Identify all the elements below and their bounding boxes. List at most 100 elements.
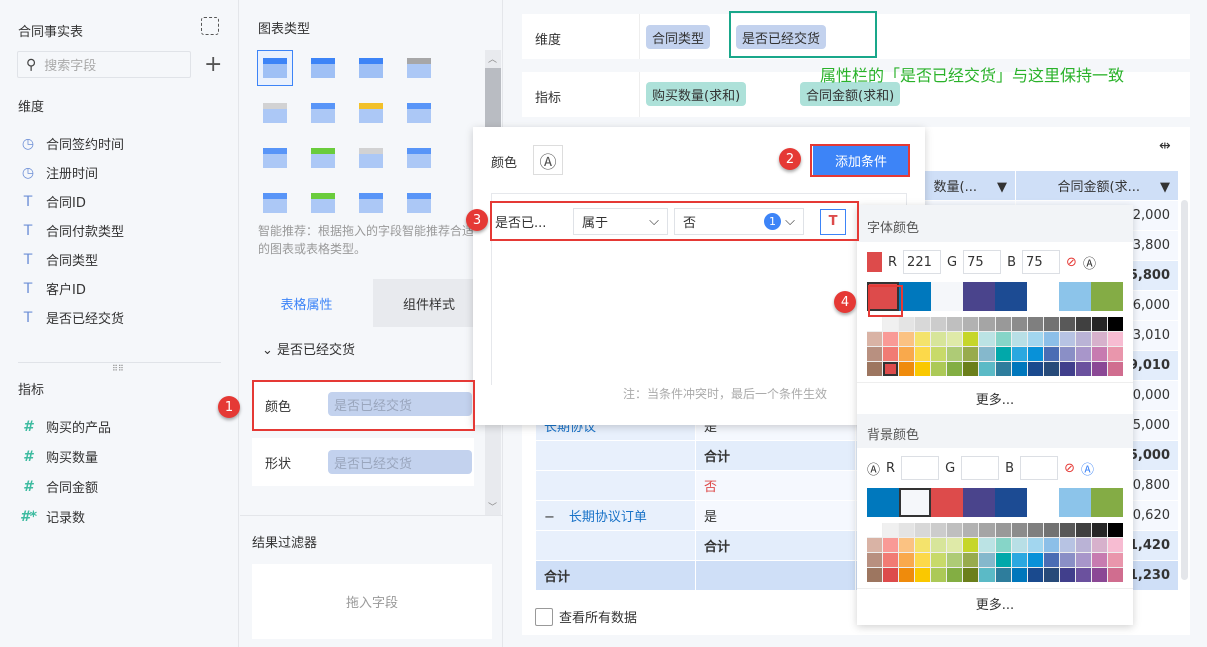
color-swatch[interactable] xyxy=(931,282,963,311)
search-field-input[interactable]: ⚲ 搜索字段 xyxy=(17,51,191,78)
color-swatch[interactable] xyxy=(867,332,883,346)
color-swatch[interactable] xyxy=(979,538,995,552)
color-swatch[interactable] xyxy=(995,317,1011,331)
color-swatch[interactable] xyxy=(1043,362,1059,376)
color-swatch[interactable] xyxy=(963,538,979,552)
color-swatch[interactable] xyxy=(1091,332,1107,346)
color-swatch[interactable] xyxy=(1027,523,1043,537)
dimension-field[interactable]: T 合同付款类型 xyxy=(20,221,124,241)
color-swatch[interactable] xyxy=(915,538,931,552)
color-swatch[interactable] xyxy=(899,523,915,537)
color-swatch[interactable] xyxy=(931,362,947,376)
color-swatch[interactable] xyxy=(1091,523,1107,537)
color-swatch[interactable] xyxy=(1075,362,1091,376)
color-swatch[interactable] xyxy=(899,332,915,346)
metric-field[interactable]: # 购买的产品 xyxy=(20,417,111,437)
color-swatch[interactable] xyxy=(1011,553,1027,567)
color-swatch[interactable] xyxy=(995,523,1011,537)
color-swatch[interactable] xyxy=(915,553,931,567)
color-swatch[interactable] xyxy=(1075,347,1091,361)
color-swatch[interactable] xyxy=(1043,317,1059,331)
group-label[interactable]: 长期协议订单 xyxy=(569,510,647,525)
b-input[interactable]: 75 xyxy=(1022,250,1061,274)
color-swatch[interactable] xyxy=(1075,523,1091,537)
dimension-field[interactable]: ◷ 注册时间 xyxy=(20,163,98,183)
chart-type-kpi-number-icon[interactable] xyxy=(401,50,437,86)
color-swatch[interactable] xyxy=(1027,538,1043,552)
auto-color-icon[interactable]: Ⓐ xyxy=(533,145,563,175)
resize-handle-icon[interactable]: ⠿⠿ xyxy=(112,364,124,373)
color-swatch[interactable] xyxy=(1059,488,1091,517)
color-swatch[interactable] xyxy=(947,347,963,361)
color-swatch[interactable] xyxy=(883,347,899,361)
color-swatch[interactable] xyxy=(947,523,963,537)
color-swatch[interactable] xyxy=(1091,347,1107,361)
color-swatch[interactable] xyxy=(995,538,1011,552)
color-swatch[interactable] xyxy=(867,553,883,567)
r-input[interactable]: 221 xyxy=(903,250,942,274)
dimension-field[interactable]: T 客户ID xyxy=(20,279,86,299)
color-swatch[interactable] xyxy=(979,568,995,582)
color-swatch[interactable] xyxy=(915,347,931,361)
color-swatch[interactable] xyxy=(1043,538,1059,552)
chart-type-polyline-icon[interactable] xyxy=(305,185,341,221)
color-swatch[interactable] xyxy=(867,538,883,552)
color-swatch[interactable] xyxy=(1027,282,1059,311)
color-swatch[interactable] xyxy=(1027,553,1043,567)
fit-width-icon[interactable]: ⇹ xyxy=(1159,138,1171,154)
color-swatch[interactable] xyxy=(963,347,979,361)
color-swatch[interactable] xyxy=(899,347,915,361)
metric-field[interactable]: # 购买数量 xyxy=(20,447,98,467)
color-swatch[interactable] xyxy=(1027,568,1043,582)
color-swatch[interactable] xyxy=(1075,332,1091,346)
color-swatch[interactable] xyxy=(1011,347,1027,361)
color-swatch[interactable] xyxy=(979,347,995,361)
chart-type-cross-table-icon[interactable] xyxy=(257,50,293,86)
color-swatch[interactable] xyxy=(931,523,947,537)
color-swatch[interactable] xyxy=(867,347,883,361)
color-swatch[interactable] xyxy=(947,538,963,552)
color-swatch[interactable] xyxy=(867,362,883,376)
color-swatch[interactable] xyxy=(867,488,899,517)
filter-drop-zone[interactable]: 拖入字段 xyxy=(252,564,492,639)
color-swatch[interactable] xyxy=(1011,523,1027,537)
color-swatch[interactable] xyxy=(1043,523,1059,537)
color-swatch[interactable] xyxy=(899,568,915,582)
color-swatch[interactable] xyxy=(995,332,1011,346)
b-input[interactable] xyxy=(1020,456,1059,480)
column-header[interactable]: 合同金额(求... ▼ xyxy=(1015,170,1179,201)
sort-dropdown-icon[interactable]: ▼ xyxy=(997,180,1007,195)
color-swatch[interactable] xyxy=(883,362,899,376)
color-swatch[interactable] xyxy=(995,282,1027,311)
chart-type-text-list-icon[interactable] xyxy=(257,95,293,131)
chart-type-stacked-column-icon[interactable] xyxy=(257,140,293,176)
color-swatch[interactable] xyxy=(915,362,931,376)
color-swatch[interactable] xyxy=(1059,332,1075,346)
chart-type-area-chart-icon[interactable] xyxy=(401,185,437,221)
color-swatch[interactable] xyxy=(1107,362,1123,376)
color-swatch[interactable] xyxy=(1107,347,1123,361)
color-swatch[interactable] xyxy=(883,332,899,346)
color-swatch[interactable] xyxy=(963,568,979,582)
color-swatch[interactable] xyxy=(947,332,963,346)
color-swatch[interactable] xyxy=(979,332,995,346)
color-swatch[interactable] xyxy=(915,523,931,537)
g-input[interactable] xyxy=(961,456,1000,480)
chart-type-line-chart-icon[interactable] xyxy=(257,185,293,221)
color-swatch[interactable] xyxy=(963,282,995,311)
chart-type-bar-comparison-icon[interactable] xyxy=(353,140,389,176)
auto-color-icon[interactable]: Ⓐ xyxy=(1081,459,1094,478)
color-swatch[interactable] xyxy=(995,488,1027,517)
color-swatch[interactable] xyxy=(963,332,979,346)
color-swatch[interactable] xyxy=(931,332,947,346)
color-swatch[interactable] xyxy=(1059,347,1075,361)
color-swatch[interactable] xyxy=(931,317,947,331)
color-swatch[interactable] xyxy=(915,568,931,582)
color-swatch[interactable] xyxy=(883,553,899,567)
color-swatch[interactable] xyxy=(1011,538,1027,552)
color-swatch[interactable] xyxy=(931,568,947,582)
color-swatch[interactable] xyxy=(883,317,899,331)
color-swatch[interactable] xyxy=(1043,332,1059,346)
color-swatch[interactable] xyxy=(995,347,1011,361)
color-swatch[interactable] xyxy=(915,317,931,331)
